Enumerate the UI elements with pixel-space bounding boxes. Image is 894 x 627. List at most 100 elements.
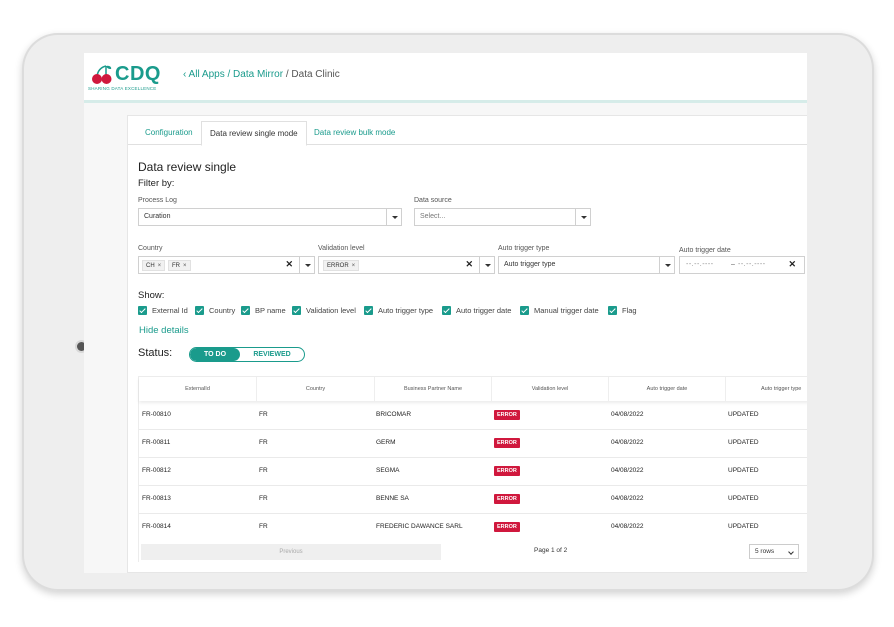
page-title: Data review single: [138, 160, 237, 174]
cell-type: UPDATED: [728, 523, 759, 530]
column-header-auto-trigger-type[interactable]: Auto trigger type: [726, 377, 807, 401]
auto-trigger-type-label: Auto trigger type: [498, 245, 550, 252]
checkbox-checked-icon[interactable]: [241, 306, 250, 315]
breadcrumb-data-mirror[interactable]: Data Mirror: [233, 69, 283, 80]
cell-country: FR: [259, 439, 268, 446]
cell-date: 04/08/2022: [611, 439, 644, 446]
table-row[interactable]: FR-00810 FR BRICOMAR ERROR 04/08/2022 UP…: [139, 402, 807, 430]
app-screen: CDQ SHARING DATA EXCELLENCE ‹ All Apps /…: [84, 53, 807, 573]
cell-bp-name: FREDERIC DAWANCE SARL: [376, 523, 463, 530]
auto-trigger-type-select[interactable]: Auto trigger type: [498, 256, 675, 274]
table-header: ExternalId Country Business Partner Name…: [139, 377, 807, 401]
clear-icon[interactable]: ✕: [788, 259, 796, 270]
auto-trigger-date-label: Auto trigger date: [679, 247, 731, 254]
column-header-external-id[interactable]: ExternalId: [139, 377, 257, 401]
column-header-country[interactable]: Country: [257, 377, 375, 401]
breadcrumb-sep: /: [224, 69, 234, 80]
cell-bp-name: BRICOMAR: [376, 411, 412, 418]
logo-text: CDQ: [115, 63, 161, 85]
table-row[interactable]: FR-00811 FR GERM ERROR 04/08/2022 UPDATE…: [139, 430, 807, 458]
data-source-select[interactable]: Select...: [414, 208, 591, 226]
cell-date: 04/08/2022: [611, 495, 644, 502]
tab-data-review-bulk[interactable]: Data review bulk mode: [306, 121, 403, 145]
date-range-separator: –: [731, 261, 736, 268]
remove-chip-icon[interactable]: ×: [183, 263, 187, 269]
status-badge: ERROR: [494, 438, 520, 448]
checkbox-checked-icon[interactable]: [292, 306, 301, 315]
review-table: ExternalId Country Business Partner Name…: [138, 376, 807, 563]
checkbox-checked-icon[interactable]: [520, 306, 529, 315]
status-reviewed-button[interactable]: REVIEWED: [240, 348, 304, 361]
status-toggle[interactable]: TO DO REVIEWED: [189, 347, 305, 362]
main-card: Configuration Data review single mode Da…: [127, 115, 807, 573]
data-source-placeholder: Select...: [420, 213, 446, 220]
page-info: Page 1 of 2: [534, 547, 568, 554]
clear-icon[interactable]: ✕: [285, 259, 293, 270]
cell-country: FR: [259, 411, 268, 418]
auto-trigger-type-placeholder: Auto trigger type: [504, 261, 556, 268]
country-label: Country: [138, 245, 163, 252]
column-header-auto-trigger-date[interactable]: Auto trigger date: [609, 377, 726, 401]
rows-per-page-select[interactable]: 5 rows: [749, 544, 799, 559]
data-source-label: Data source: [414, 197, 452, 204]
process-log-select[interactable]: Curation: [138, 208, 402, 226]
chevron-down-icon[interactable]: [659, 257, 674, 273]
cell-type: UPDATED: [728, 467, 759, 474]
country-chip-fr[interactable]: FR ×: [168, 260, 191, 271]
process-log-value: Curation: [144, 213, 171, 220]
chevron-down-icon[interactable]: [575, 209, 590, 225]
status-todo-button[interactable]: TO DO: [190, 348, 240, 361]
column-header-validation-level[interactable]: Validation level: [492, 377, 609, 401]
cell-bp-name: GERM: [376, 439, 396, 446]
remove-chip-icon[interactable]: ×: [352, 263, 356, 269]
cell-date: 04/08/2022: [611, 523, 644, 530]
chevron-down-icon[interactable]: [479, 257, 494, 273]
date-to-input[interactable]: --.--.----: [738, 261, 766, 268]
cell-country: FR: [259, 467, 268, 474]
breadcrumb-all-apps[interactable]: ‹ All Apps: [183, 69, 225, 80]
date-from-input[interactable]: --.--.----: [686, 261, 714, 268]
cdq-logo[interactable]: CDQ SHARING DATA EXCELLENCE: [87, 60, 167, 94]
country-chip-ch[interactable]: CH ×: [142, 260, 166, 271]
tab-bar: Configuration Data review single mode Da…: [128, 121, 807, 146]
table-row[interactable]: FR-00812 FR SEGMA ERROR 04/08/2022 UPDAT…: [139, 458, 807, 486]
checkbox-checked-icon[interactable]: [442, 306, 451, 315]
auto-trigger-date-range[interactable]: --.--.---- – --.--.---- ✕: [679, 256, 805, 274]
checkbox-checked-icon[interactable]: [608, 306, 617, 315]
status-badge: ERROR: [494, 522, 520, 532]
cell-external-id: FR-00813: [142, 495, 171, 502]
hide-details-link[interactable]: Hide details: [139, 325, 189, 336]
tab-configuration[interactable]: Configuration: [137, 121, 201, 145]
status-label: Status:: [138, 347, 173, 359]
cell-country: FR: [259, 523, 268, 530]
logo-tagline: SHARING DATA EXCELLENCE: [88, 86, 157, 91]
clear-icon[interactable]: ✕: [465, 259, 473, 270]
cell-external-id: FR-00810: [142, 411, 171, 418]
checkbox-checked-icon[interactable]: [195, 306, 204, 315]
cell-external-id: FR-00814: [142, 523, 171, 530]
remove-chip-icon[interactable]: ×: [158, 263, 162, 269]
cell-date: 04/08/2022: [611, 411, 644, 418]
tab-data-review-single[interactable]: Data review single mode: [201, 121, 307, 146]
chevron-down-icon[interactable]: [386, 209, 401, 225]
validation-level-multiselect[interactable]: ERROR × ✕: [318, 256, 495, 274]
filter-by-label: Filter by:: [138, 178, 175, 189]
cell-type: UPDATED: [728, 411, 759, 418]
chevron-down-icon[interactable]: [299, 257, 314, 273]
validation-chip-error[interactable]: ERROR ×: [323, 260, 360, 271]
table-row[interactable]: FR-00813 FR BENNE SA ERROR 04/08/2022 UP…: [139, 486, 807, 514]
show-label: Show:: [138, 290, 165, 301]
cell-type: UPDATED: [728, 495, 759, 502]
table-row[interactable]: FR-00814 FR FREDERIC DAWANCE SARL ERROR …: [139, 514, 807, 542]
checkbox-checked-icon[interactable]: [364, 306, 373, 315]
column-header-bp-name[interactable]: Business Partner Name: [375, 377, 492, 401]
breadcrumb-current: Data Clinic: [291, 69, 340, 80]
cell-bp-name: SEGMA: [376, 467, 400, 474]
country-multiselect[interactable]: CH × FR × ✕: [138, 256, 315, 274]
cell-bp-name: BENNE SA: [376, 495, 409, 502]
status-badge: ERROR: [494, 494, 520, 504]
checkbox-checked-icon[interactable]: [138, 306, 147, 315]
previous-button[interactable]: Previous: [141, 544, 441, 560]
cell-external-id: FR-00812: [142, 467, 171, 474]
process-log-label: Process Log: [138, 197, 177, 204]
